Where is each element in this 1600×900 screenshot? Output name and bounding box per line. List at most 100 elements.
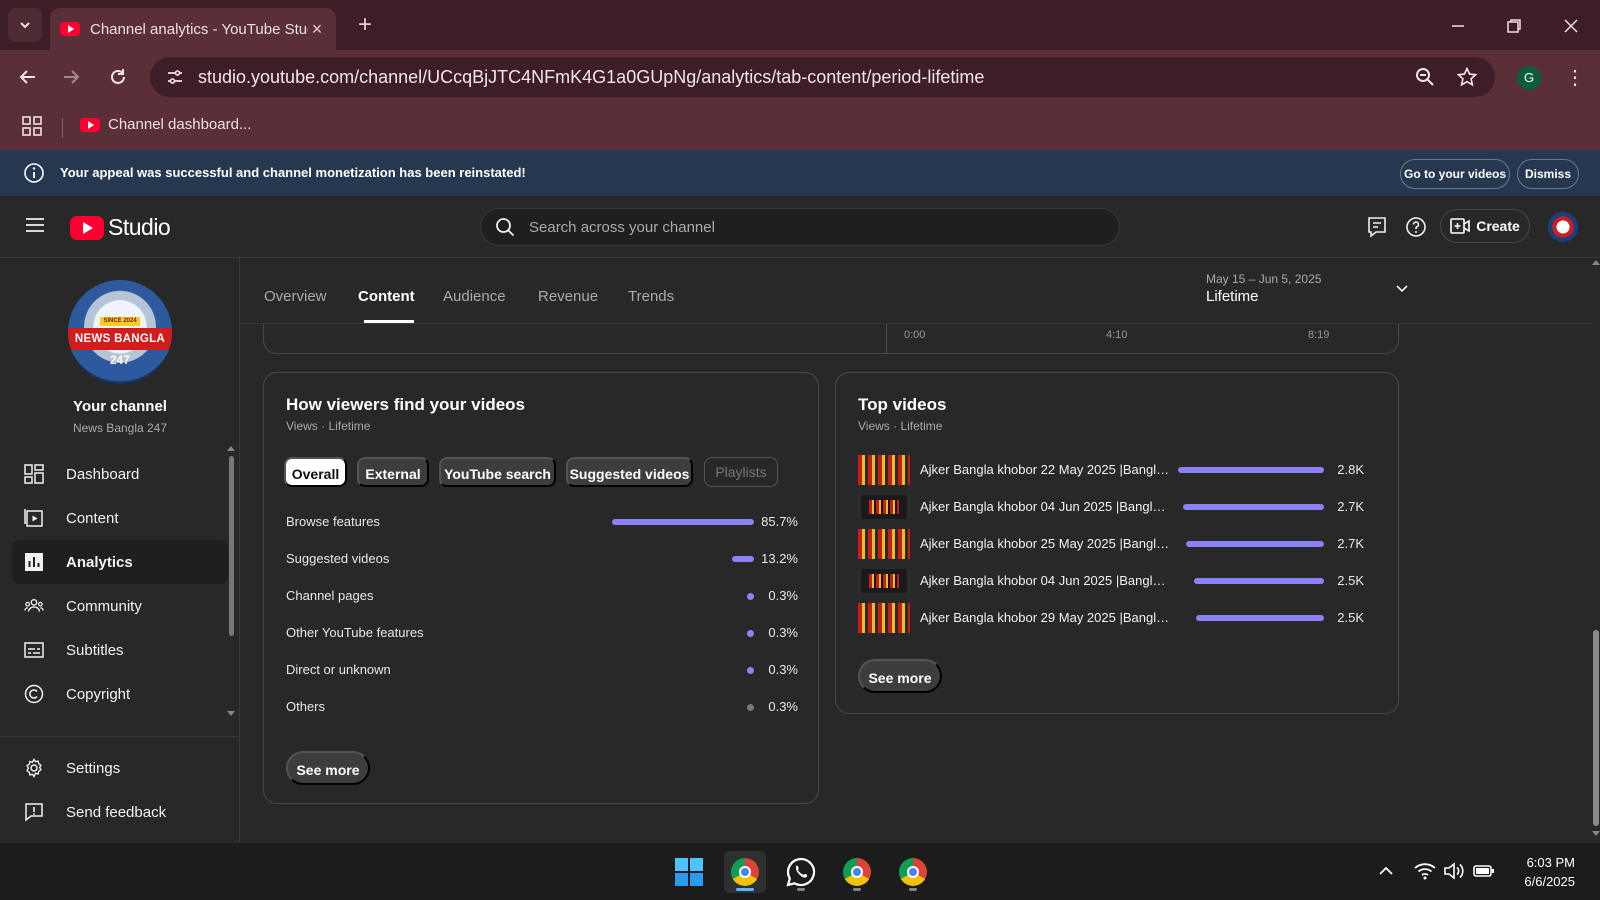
chip-youtube-search[interactable]: YouTube search [439, 457, 556, 487]
zoom-icon[interactable] [1415, 67, 1435, 87]
video-thumbnail[interactable] [858, 603, 910, 633]
video-title[interactable]: Ajker Bangla khobor 22 May 2025 |Banglad… [920, 462, 1170, 477]
search-input[interactable] [529, 218, 1089, 236]
messages-icon[interactable] [1365, 215, 1389, 239]
forward-button[interactable] [57, 63, 85, 91]
help-icon[interactable] [1404, 215, 1428, 239]
chip-overall[interactable]: Overall [284, 457, 347, 487]
apps-grid-icon[interactable] [22, 116, 42, 136]
sidebar-item-copyright[interactable]: Copyright [12, 672, 228, 716]
back-button[interactable] [14, 63, 42, 91]
page-scrollbar[interactable] [1592, 258, 1600, 842]
restore-button[interactable] [1500, 12, 1528, 40]
sidebar-item-feedback[interactable]: Send feedback [12, 790, 228, 834]
system-clock[interactable]: 6:03 PM 6/6/2025 [1505, 853, 1575, 891]
traffic-see-more-button[interactable]: See more [286, 751, 370, 785]
new-tab-button[interactable]: + [352, 12, 378, 38]
dismiss-button[interactable]: Dismiss [1517, 159, 1579, 189]
card-title: Top videos [858, 395, 947, 414]
sidebar-item-subtitles[interactable]: Subtitles [12, 628, 228, 672]
chevron-up-icon[interactable] [1378, 865, 1394, 877]
bookmark-channel-dashboard[interactable]: Channel dashboard... [80, 116, 251, 133]
traffic-source-label: Browse features [286, 514, 380, 529]
monetization-banner: Your appeal was successful and channel m… [0, 150, 1600, 196]
more-options-icon[interactable]: ⋮ [1565, 66, 1585, 90]
video-title[interactable]: Ajker Bangla khobor 04 Jun 2025 |Banglad… [920, 573, 1170, 588]
tab-content[interactable]: Content [358, 288, 415, 305]
arrow-right-icon [64, 70, 80, 84]
youtube-favicon-icon [60, 22, 80, 36]
go-to-videos-button[interactable]: Go to your videos [1400, 159, 1510, 189]
profile-avatar[interactable]: G [1517, 66, 1541, 90]
video-thumbnail[interactable] [858, 566, 910, 596]
wifi-icon[interactable] [1414, 861, 1436, 881]
site-settings-icon[interactable] [162, 64, 188, 90]
traffic-source-label: Others [286, 699, 326, 714]
volume-icon[interactable] [1443, 861, 1465, 881]
channel-title: Your channel [73, 398, 167, 415]
axis-tick: 8:19 [1308, 329, 1330, 341]
create-button[interactable]: Create [1440, 209, 1530, 243]
taskbar-chrome-active[interactable] [724, 851, 766, 893]
close-icon [1564, 19, 1578, 33]
video-title[interactable]: Ajker Bangla khobor 29 May 2025 |Banglad… [920, 610, 1170, 625]
scroll-up-arrow-icon[interactable] [226, 444, 236, 452]
youtube-studio-logo[interactable]: Studio [70, 214, 171, 241]
reload-button[interactable] [104, 63, 132, 91]
video-title[interactable]: Ajker Bangla khobor 25 May 2025 |Banglad… [920, 536, 1170, 551]
top-video-row[interactable]: Ajker Bangla khobor 25 May 2025 |Banglad… [858, 529, 1364, 559]
top-video-row[interactable]: Ajker Bangla khobor 04 Jun 2025 |Banglad… [858, 566, 1364, 596]
address-bar[interactable]: studio.youtube.com/channel/UCcqBjJTC4NFm… [150, 57, 1495, 97]
copyright-icon [24, 684, 44, 704]
traffic-source-label: Other YouTube features [286, 625, 424, 640]
taskbar-chrome-profile-2[interactable] [836, 851, 878, 893]
close-tab-icon[interactable]: × [308, 20, 326, 38]
tab-revenue[interactable]: Revenue [538, 288, 598, 305]
tab-trends[interactable]: Trends [628, 288, 674, 305]
sidebar-item-settings[interactable]: Settings [12, 746, 228, 790]
videos-see-more-button[interactable]: See more [858, 659, 942, 693]
video-thumbnail[interactable] [858, 492, 910, 522]
minimize-button[interactable] [1444, 12, 1472, 40]
video-thumbnail[interactable] [858, 529, 910, 559]
video-title[interactable]: Ajker Bangla khobor 04 Jun 2025 |Banglad… [920, 499, 1170, 514]
tab-audience[interactable]: Audience [443, 288, 506, 305]
channel-avatar[interactable]: SINCE 2024 NEWS BANGLA 247 [68, 280, 172, 384]
scroll-down-arrow-icon[interactable] [226, 710, 236, 718]
channel-name: News Bangla 247 [72, 421, 168, 435]
tab-title: Channel analytics - YouTube Studio [90, 20, 308, 38]
start-button[interactable] [668, 851, 710, 893]
battery-icon[interactable] [1473, 863, 1495, 879]
chrome-icon [899, 858, 927, 886]
account-avatar[interactable] [1548, 212, 1578, 242]
browser-tab-active[interactable]: Channel analytics - YouTube Studio × [50, 8, 336, 50]
taskbar-chrome-profile-3[interactable] [892, 851, 934, 893]
bookmark-star-icon[interactable] [1457, 67, 1477, 87]
tab-overview[interactable]: Overview [264, 288, 327, 305]
reload-icon [111, 69, 125, 84]
chip-external[interactable]: External [357, 457, 429, 487]
close-window-button[interactable] [1557, 12, 1585, 40]
browser-toolbar: studio.youtube.com/channel/UCcqBjJTC4NFm… [0, 50, 1600, 104]
sidebar-item-dashboard[interactable]: Dashboard [12, 452, 228, 496]
sidebar-item-analytics[interactable]: Analytics [12, 540, 228, 584]
browser-tab-bar: Channel analytics - YouTube Studio × + [0, 0, 1600, 50]
top-video-row[interactable]: Ajker Bangla khobor 04 Jun 2025 |Banglad… [858, 492, 1364, 522]
top-video-row[interactable]: Ajker Bangla khobor 22 May 2025 |Banglad… [858, 455, 1364, 485]
chevron-down-icon[interactable] [1394, 280, 1410, 296]
scroll-up-arrow-icon[interactable] [1592, 258, 1600, 266]
menu-icon[interactable] [24, 216, 46, 234]
top-video-row[interactable]: Ajker Bangla khobor 29 May 2025 |Banglad… [858, 603, 1364, 633]
page-scrollbar-thumb[interactable] [1593, 630, 1599, 826]
top-videos-card: Top videos Views · Lifetime Ajker Bangla… [835, 372, 1399, 714]
chrome-icon [731, 858, 759, 886]
scroll-down-arrow-icon[interactable] [1592, 830, 1600, 838]
tab-search-button[interactable] [8, 8, 42, 42]
sidebar-item-content[interactable]: Content [12, 496, 228, 540]
chip-suggested-videos[interactable]: Suggested videos [566, 457, 693, 487]
traffic-source-dot [747, 630, 754, 637]
video-thumbnail[interactable] [858, 455, 910, 485]
sidebar-scrollbar[interactable] [229, 456, 234, 636]
taskbar-whatsapp[interactable] [780, 851, 822, 893]
sidebar-item-community[interactable]: Community [12, 584, 228, 628]
